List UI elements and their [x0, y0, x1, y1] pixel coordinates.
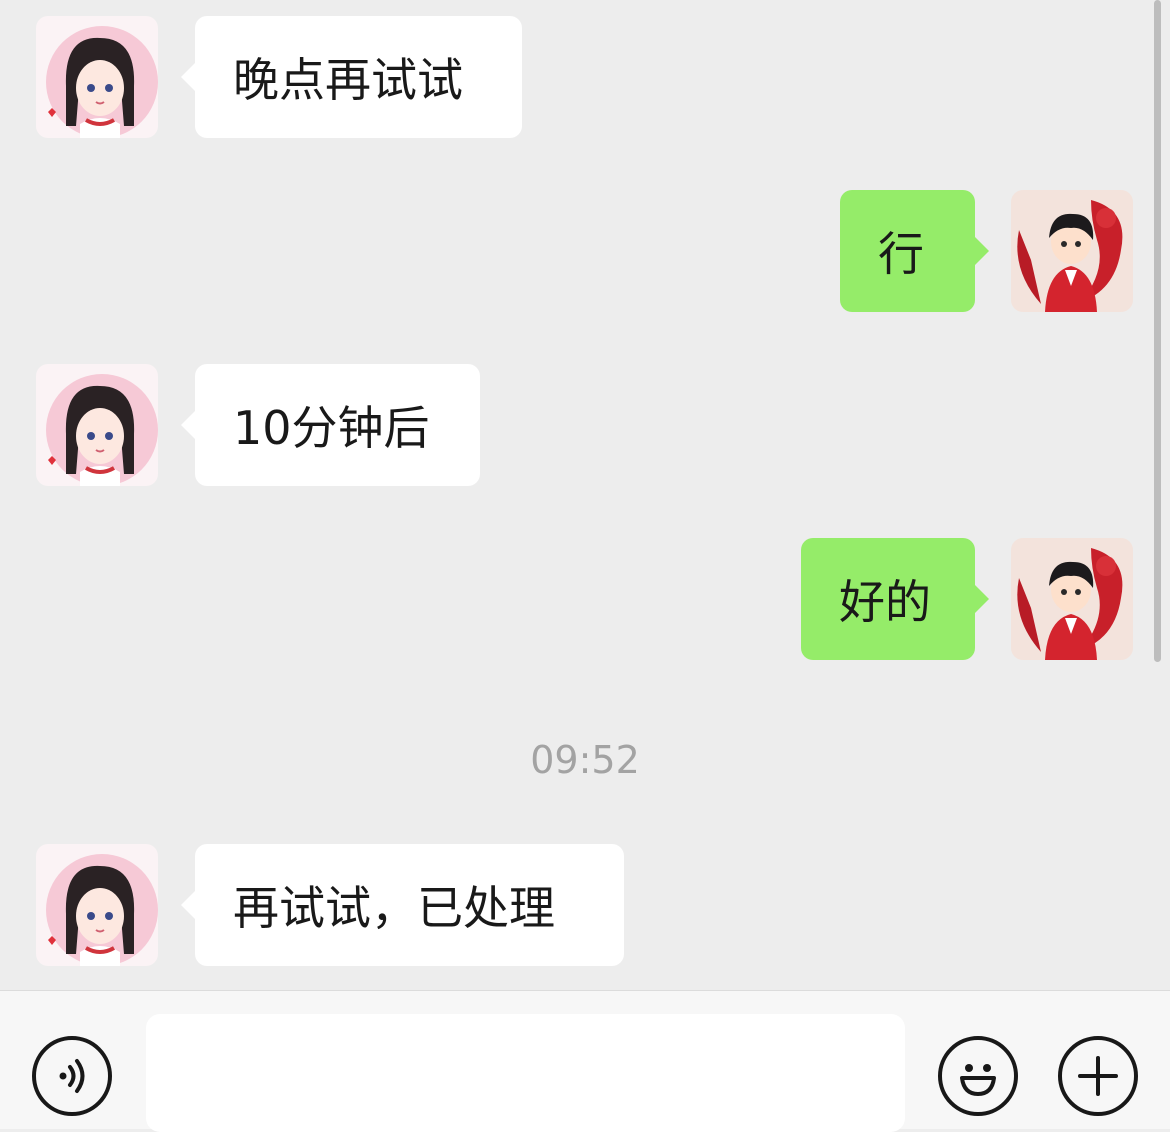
- self-avatar[interactable]: [1011, 538, 1133, 660]
- more-button[interactable]: [1058, 1036, 1138, 1116]
- message-input[interactable]: [146, 1014, 905, 1132]
- message-bubble-incoming[interactable]: 再试试，已处理: [181, 844, 624, 966]
- contact-avatar[interactable]: [36, 16, 158, 138]
- message-text: 好的: [839, 575, 931, 629]
- chat-area: 晚点再试试 行 10分钟后 好的 09:52 再试试，已处理: [0, 0, 1170, 990]
- input-bar: [0, 990, 1170, 1132]
- voice-button[interactable]: [32, 1036, 112, 1116]
- message-text: 再试试，已处理: [233, 881, 555, 935]
- emoji-icon: [950, 1048, 1006, 1104]
- message-bubble-incoming[interactable]: 晚点再试试: [181, 16, 522, 138]
- message-bubble-outgoing[interactable]: 行: [840, 190, 989, 312]
- message-bubble-incoming[interactable]: 10分钟后: [181, 364, 480, 486]
- self-avatar[interactable]: [1011, 190, 1133, 312]
- message-text: 行: [878, 227, 924, 281]
- scrollbar[interactable]: [1154, 0, 1161, 662]
- voice-icon: [50, 1054, 94, 1098]
- message-text: 晚点再试试: [233, 53, 463, 107]
- message-bubble-outgoing[interactable]: 好的: [801, 538, 989, 660]
- plus-icon: [1074, 1052, 1122, 1100]
- emoji-button[interactable]: [938, 1036, 1018, 1116]
- contact-avatar[interactable]: [36, 844, 158, 966]
- contact-avatar[interactable]: [36, 364, 158, 486]
- message-text: 10分钟后: [233, 401, 430, 455]
- message-timestamp: 09:52: [530, 738, 640, 782]
